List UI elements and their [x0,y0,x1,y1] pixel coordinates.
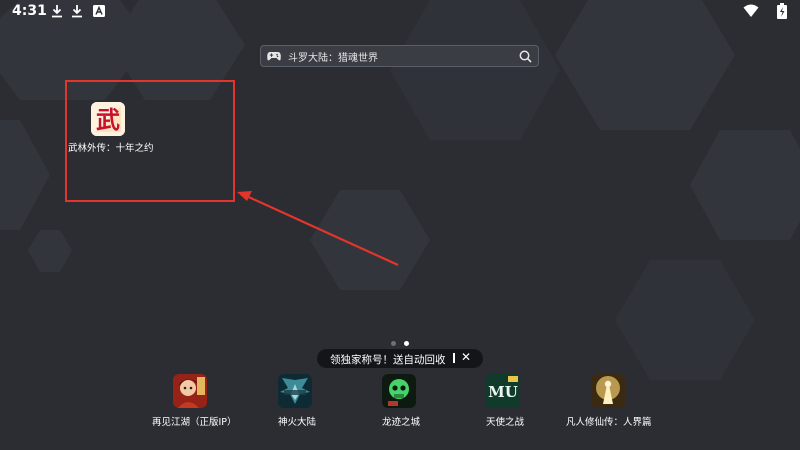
dock-app-label: 天使之战 [486,417,525,428]
dock-app-label: 神火大陆 [278,417,317,428]
dock-app-tianshi-zhizhan[interactable]: MU 天使之战 [470,374,540,430]
page-indicator [388,340,414,348]
svg-text:MU: MU [488,383,518,401]
page-dot-active[interactable] [404,341,409,346]
winged-warrior-icon [278,374,312,408]
download-icon [72,5,82,18]
dock-app-shenhuo-dalu[interactable]: 神火大陆 [262,374,332,430]
download-icon [52,5,62,18]
dock-app-longji-zhicheng[interactable]: 龙迹之城 [366,374,436,430]
status-bar: 4:31 [0,0,800,24]
close-icon[interactable]: ✕ [461,350,471,364]
status-time: 4:31 [12,3,47,19]
app-notification-icon [93,5,105,17]
highlight-box [65,80,235,202]
green-skull-icon [382,374,416,408]
dock-app-label: 龙迹之城 [382,417,421,428]
search-icon[interactable] [519,50,532,63]
search-bar[interactable]: 斗罗大陆：猎魂世界 [260,45,539,67]
golden-immortal-icon [591,374,625,408]
page-dot[interactable] [391,341,396,346]
dock-app-zaijian-jianghu[interactable]: 再见江湖（正版IP） [150,374,237,430]
dock-app-label: 凡人修仙传：人界篇 [566,417,652,428]
promo-tooltip[interactable]: 领独家称号！送自动回收 ✕ [317,349,483,368]
tooltip-divider [453,353,455,363]
character-portrait-icon [173,374,207,408]
dock-app-fanren-xiuxian[interactable]: 凡人修仙传：人界篇 [563,374,653,430]
tooltip-text: 领独家称号！送自动回收 [330,354,446,366]
search-query-text: 斗罗大陆：猎魂世界 [288,53,378,64]
dock-app-label: 再见江湖（正版IP） [152,417,237,428]
wifi-icon [743,4,759,17]
gamepad-icon [267,52,281,61]
mu-logo-icon: MU [486,374,520,408]
battery-icon [777,3,787,19]
